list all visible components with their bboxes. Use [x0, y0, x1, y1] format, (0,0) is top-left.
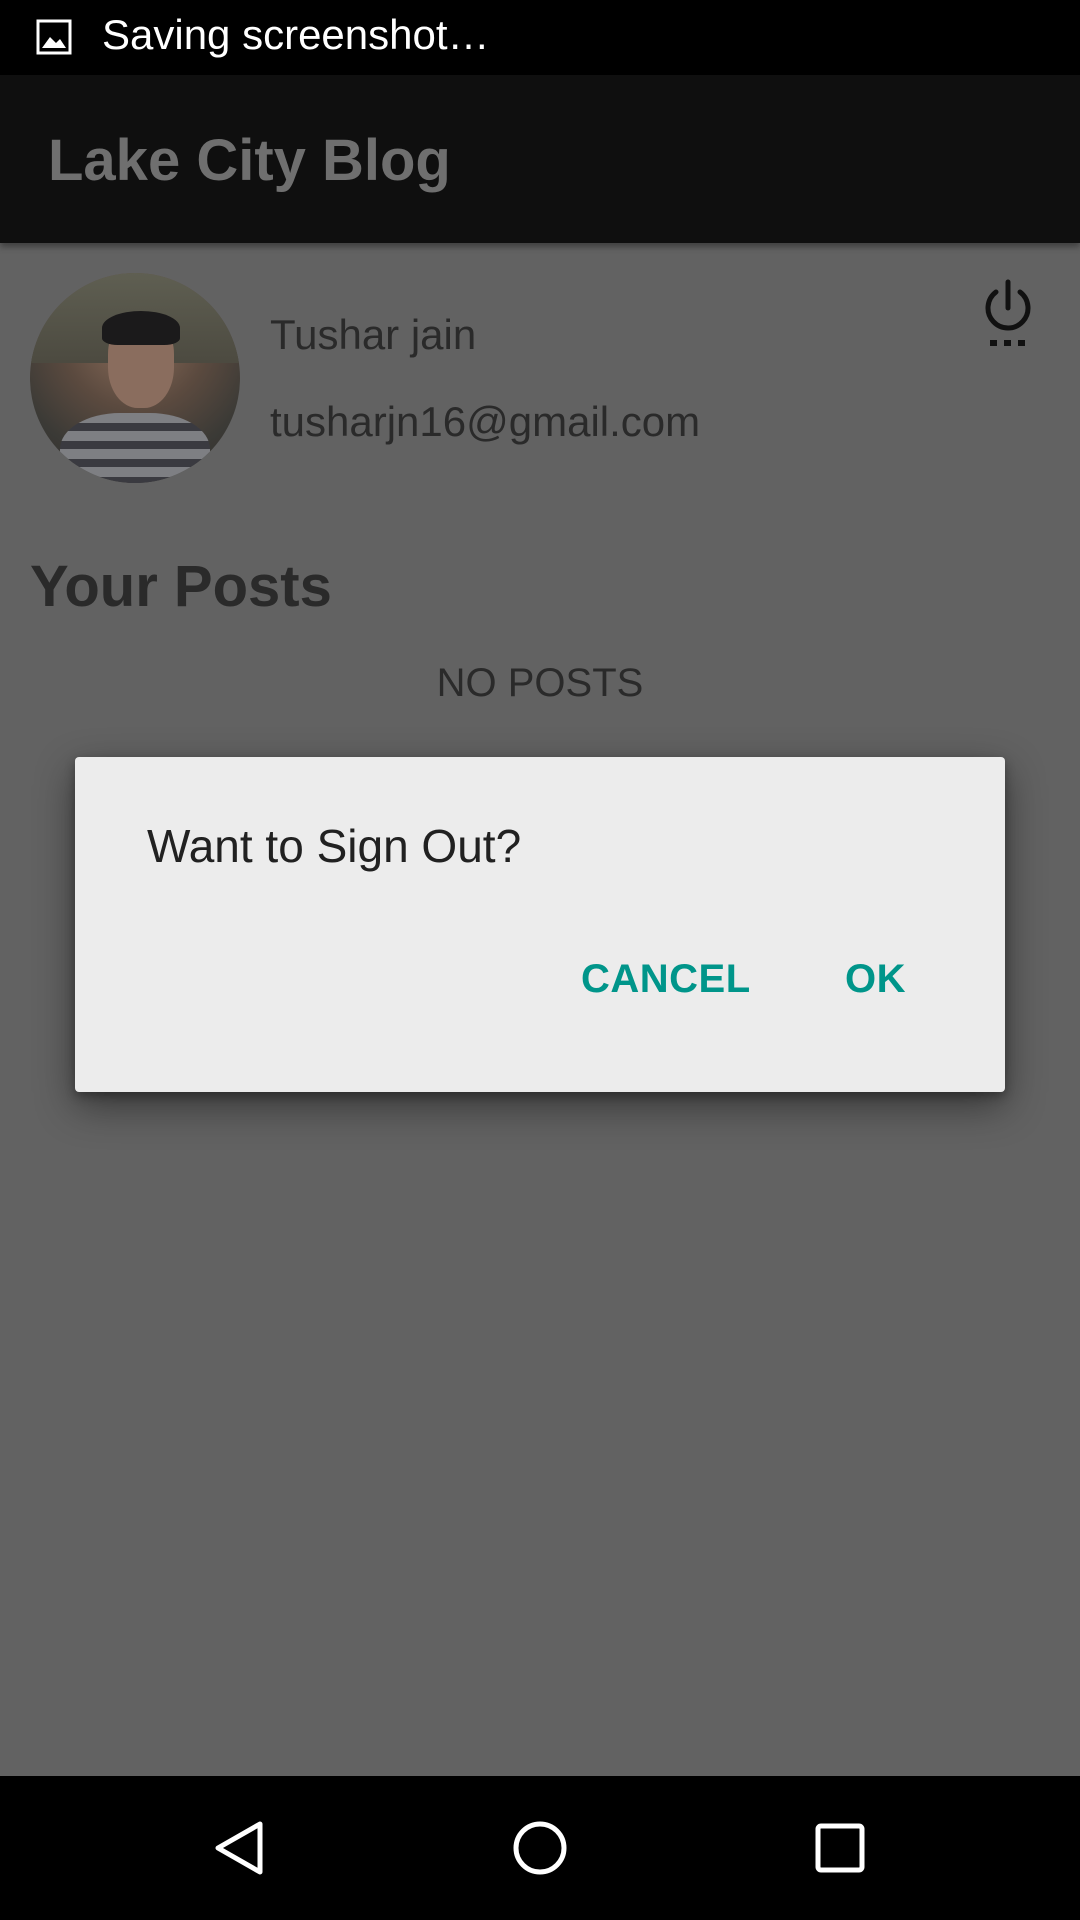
dialog-message: Want to Sign Out?	[147, 820, 522, 872]
app-bar: Lake City Blog	[0, 75, 1080, 243]
your-posts-heading: Your Posts	[30, 554, 332, 619]
home-circle-icon[interactable]	[510, 1818, 570, 1878]
status-notification-text: Saving screenshot…	[102, 11, 490, 58]
status-bar: Saving screenshot…	[0, 0, 1080, 75]
sign-out-dialog: Want to Sign Out? CANCEL OK	[75, 757, 1005, 1092]
no-posts-text: NO POSTS	[436, 661, 644, 705]
power-settings-icon[interactable]	[980, 278, 1036, 350]
app-title: Lake City Blog	[48, 128, 451, 193]
avatar	[30, 273, 240, 483]
screen: Saving screenshot… Lake City Blog Tushar…	[0, 0, 1080, 1920]
back-triangle-icon[interactable]	[210, 1818, 270, 1878]
user-name: Tushar jain	[270, 311, 477, 358]
user-email: tusharjn16@gmail.com	[270, 398, 701, 445]
cancel-button[interactable]: CANCEL	[581, 957, 751, 1002]
image-icon	[36, 19, 72, 55]
recents-square-icon[interactable]	[810, 1818, 870, 1878]
navigation-bar	[0, 1776, 1080, 1920]
ok-button[interactable]: OK	[845, 957, 906, 1002]
